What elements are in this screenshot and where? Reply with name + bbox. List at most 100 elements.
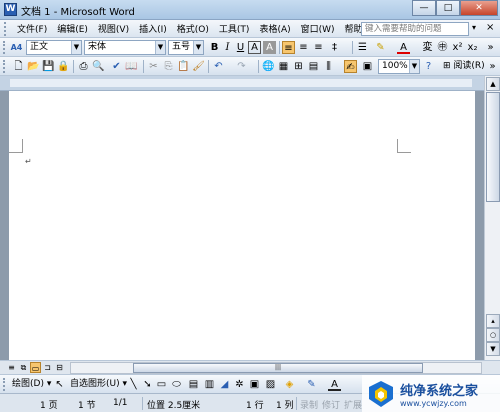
status-record[interactable]: 录制: [300, 398, 318, 411]
fill-color-icon[interactable]: ◈: [283, 378, 296, 391]
font-color-icon[interactable]: A: [397, 41, 410, 54]
phonetic-guide-icon[interactable]: 変: [421, 41, 434, 54]
menu-insert[interactable]: 插入(I): [134, 22, 172, 35]
permission-icon[interactable]: 🔒: [57, 60, 70, 73]
scroll-down-icon[interactable]: ▼: [486, 342, 500, 356]
zoom-select[interactable]: 100% ▼: [378, 59, 420, 74]
font-select[interactable]: 宋体 ▼: [84, 40, 166, 55]
rectangle-icon[interactable]: ▭: [155, 378, 168, 391]
horizontal-scrollbar[interactable]: |||: [70, 362, 482, 374]
insert-picture-icon[interactable]: ▨: [264, 378, 277, 391]
maximize-button[interactable]: □: [436, 0, 460, 16]
print-preview-icon[interactable]: 🔍: [92, 60, 105, 73]
horizontal-scroll-thumb[interactable]: |||: [133, 363, 423, 373]
bold-button[interactable]: B: [208, 41, 221, 54]
subscript-icon[interactable]: x₂: [466, 41, 479, 54]
copy-icon[interactable]: ⎘: [162, 60, 175, 73]
toolbar-grip[interactable]: [3, 60, 6, 73]
spelling-icon[interactable]: ✔: [110, 60, 123, 73]
style-select[interactable]: 正文 ▼: [26, 40, 82, 55]
character-shading-button[interactable]: A: [263, 41, 276, 54]
menu-tools[interactable]: 工具(T): [214, 22, 255, 35]
vertical-text-box-icon[interactable]: ▥: [203, 378, 216, 391]
reading-view-icon[interactable]: ⊟: [54, 362, 65, 373]
document-map-icon[interactable]: ▣: [361, 60, 374, 73]
undo-icon[interactable]: ↶: [212, 60, 225, 73]
toolbar-grip[interactable]: [3, 378, 6, 391]
research-icon[interactable]: 📖: [125, 60, 138, 73]
horizontal-ruler[interactable]: [0, 76, 484, 91]
enclose-characters-icon[interactable]: ㊥: [436, 41, 449, 54]
underline-button[interactable]: U: [234, 41, 247, 54]
normal-view-icon[interactable]: ≡: [6, 362, 17, 373]
help-search-input[interactable]: 键入需要帮助的问题: [361, 22, 469, 36]
drawing-font-color-icon[interactable]: A: [328, 378, 341, 391]
line-spacing-button[interactable]: ‡: [328, 41, 341, 54]
scroll-up-icon[interactable]: ▲: [486, 77, 500, 91]
cut-icon[interactable]: ✂: [147, 60, 160, 73]
clip-art-icon[interactable]: ▣: [248, 378, 261, 391]
line-color-icon[interactable]: ✎: [305, 378, 318, 391]
menu-window[interactable]: 窗口(W): [296, 22, 340, 35]
outline-view-icon[interactable]: ⊐: [42, 362, 53, 373]
read-mode-button[interactable]: ⊞ 阅读(R): [443, 60, 485, 73]
insert-table-icon[interactable]: ⊞: [292, 60, 305, 73]
oval-icon[interactable]: ⬭: [170, 378, 183, 391]
paste-icon[interactable]: 📋: [177, 60, 190, 73]
tables-borders-icon[interactable]: ▦: [277, 60, 290, 73]
open-folder-icon[interactable]: 📂: [27, 60, 40, 73]
chevron-down-icon[interactable]: ▼: [155, 41, 165, 54]
character-border-button[interactable]: A: [248, 41, 261, 54]
arrow-icon[interactable]: ➘: [141, 378, 154, 391]
line-icon[interactable]: ╲: [127, 378, 140, 391]
align-center-button[interactable]: ≡: [297, 41, 310, 54]
hyperlink-icon[interactable]: 🌐: [262, 60, 275, 73]
italic-button[interactable]: I: [221, 41, 234, 54]
chevron-down-icon[interactable]: ▼: [409, 60, 419, 73]
close-button[interactable]: ✕: [460, 0, 498, 16]
drawing-toggle-icon[interactable]: ✍: [344, 60, 357, 73]
help-icon[interactable]: ?: [422, 60, 435, 73]
web-view-icon[interactable]: ⧉: [18, 362, 29, 373]
superscript-icon[interactable]: x²: [451, 41, 464, 54]
menu-view[interactable]: 视图(V): [93, 22, 134, 35]
menu-format[interactable]: 格式(O): [172, 22, 214, 35]
new-document-icon[interactable]: 🗋: [12, 60, 25, 73]
help-dropdown-icon[interactable]: ▾: [472, 23, 476, 32]
browse-object-icon[interactable]: ○: [486, 328, 500, 342]
toolbar-options-icon[interactable]: »: [486, 60, 499, 73]
menu-table[interactable]: 表格(A): [254, 22, 295, 35]
font-size-select[interactable]: 五号 ▼: [168, 40, 204, 55]
word-app-icon[interactable]: W: [4, 3, 17, 16]
format-painter-icon[interactable]: 🖌: [192, 60, 205, 73]
print-layout-icon[interactable]: ▭: [30, 362, 41, 373]
vertical-scroll-thumb[interactable]: [486, 92, 500, 202]
align-right-button[interactable]: ≡: [312, 41, 325, 54]
minimize-button[interactable]: —: [412, 0, 436, 16]
styles-pane-icon[interactable]: A4: [10, 41, 23, 54]
scroll-up-small-icon[interactable]: ▴: [486, 314, 500, 328]
align-justify-button[interactable]: ≡: [282, 41, 295, 54]
print-icon[interactable]: ⎙: [77, 60, 90, 73]
chevron-down-icon[interactable]: ▼: [71, 41, 81, 54]
insert-excel-icon[interactable]: ▤: [307, 60, 320, 73]
document-page[interactable]: ↵: [9, 91, 475, 360]
wordart-icon[interactable]: ◢: [218, 378, 231, 391]
diagram-icon[interactable]: ✲: [233, 378, 246, 391]
save-icon[interactable]: 💾: [42, 60, 55, 73]
toolbar-options-icon[interactable]: »: [484, 41, 497, 54]
columns-icon[interactable]: ⫼: [322, 60, 335, 73]
numbering-button[interactable]: ☰: [356, 41, 369, 54]
select-objects-icon[interactable]: ↖: [53, 378, 66, 391]
status-track-changes[interactable]: 修订: [322, 398, 340, 411]
autoshapes-button[interactable]: 自选图形(U) ▾: [70, 378, 127, 391]
text-box-icon[interactable]: ▤: [187, 378, 200, 391]
menu-file[interactable]: 文件(F): [12, 22, 52, 35]
redo-icon[interactable]: ↷: [235, 60, 248, 73]
toolbar-grip[interactable]: [3, 41, 6, 54]
highlight-icon[interactable]: ✎: [374, 41, 387, 54]
draw-menu-button[interactable]: 绘图(D) ▾: [12, 378, 51, 391]
status-extend[interactable]: 扩展: [344, 398, 362, 411]
menu-edit[interactable]: 编辑(E): [52, 22, 93, 35]
document-close-icon[interactable]: ×: [486, 22, 494, 33]
